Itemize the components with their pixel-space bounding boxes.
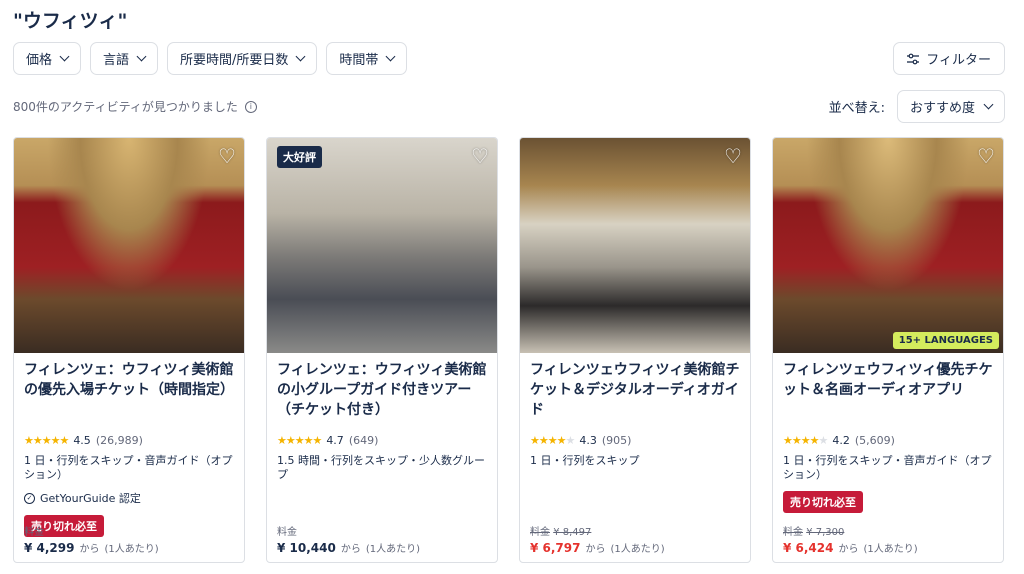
results-count-text: 800件のアクティビティが見つかりました <box>13 100 238 114</box>
review-count: (26,989) <box>95 434 143 447</box>
filters-button-label: フィルター <box>926 53 991 68</box>
rating: ★★★★★ 4.2 (5,609) <box>783 434 993 447</box>
price-per-person: (1人あたり) <box>104 544 159 555</box>
rating-value: 4.7 <box>326 434 344 447</box>
activity-image[interactable]: ♡ <box>520 138 750 353</box>
chevron-down-icon <box>983 99 994 110</box>
sliders-icon <box>907 53 920 64</box>
activity-meta: 1.5 時間・行列をスキップ・少人数グループ <box>277 454 485 481</box>
sort-dropdown[interactable]: おすすめ度 <box>896 90 1005 123</box>
rating: ★★★★★ 4.7 (649) <box>277 434 487 447</box>
activity-meta: 1 日・行列をスキップ <box>530 454 640 467</box>
activity-card-list: ♡ フィレンツェ：ウフィツィ美術館の優先入場チケット（時間指定） ★★★★★ 4… <box>13 137 1004 563</box>
price-per-person: (1人あたり) <box>610 544 665 555</box>
filter-time-of-day-label: 時間帯 <box>339 53 379 68</box>
activity-card[interactable]: ♡ フィレンツェ：ウフィツィ美術館の優先入場チケット（時間指定） ★★★★★ 4… <box>13 137 245 563</box>
info-icon[interactable]: i <box>244 100 257 113</box>
price: ¥ 6,797 <box>530 541 581 555</box>
old-price: ¥ 7,300 <box>806 527 845 538</box>
activity-card[interactable]: ♡ 15+ LANGUAGES フィレンツェウフィツィ優先チケット＆名画オーディ… <box>772 137 1004 563</box>
star-rating-icon: ★★★★★ <box>783 434 828 447</box>
sort-value: おすすめ度 <box>909 101 975 116</box>
activity-meta: 1 日・行列をスキップ・音声ガイド（オプション） <box>783 454 992 481</box>
old-price-label: 料金 <box>783 527 803 538</box>
chevron-down-icon <box>295 51 306 62</box>
price-label: 料金 <box>277 527 297 538</box>
languages-tag: 15+ LANGUAGES <box>892 332 999 349</box>
activity-image[interactable]: ♡ 15+ LANGUAGES <box>773 138 1003 353</box>
price: ¥ 6,424 <box>783 541 834 555</box>
sort-label: 並べ替え: <box>828 101 885 116</box>
star-rating-icon: ★★★★★ <box>530 434 575 447</box>
star-rating-icon: ★★★★★ <box>24 434 69 447</box>
rating: ★★★★★ 4.3 (905) <box>530 434 740 447</box>
price-block: 料金 ¥ 10,440 から (1人あたり) <box>277 523 420 555</box>
price-block: 料金 ¥ 8,497 ¥ 6,797 から (1人あたり) <box>530 523 665 555</box>
activity-card[interactable]: ♡ フィレンツェウフィツィ美術館チケット＆デジタルオーディオガイド ★★★★★ … <box>519 137 751 563</box>
price: ¥ 10,440 <box>277 541 336 555</box>
top-rated-tag: 大好評 <box>277 146 322 168</box>
filter-duration[interactable]: 所要時間/所要日数 <box>167 42 318 75</box>
price-label: 料金 <box>24 527 44 538</box>
old-price-label: 料金 <box>530 527 550 538</box>
results-count: 800件のアクティビティが見つかりました i <box>13 98 257 115</box>
price-label: 料金 ¥ 7,300 <box>783 523 918 538</box>
search-title: "ウフィツィ" <box>13 10 128 32</box>
sort-control: 並べ替え: おすすめ度 <box>829 90 1005 123</box>
filter-price[interactable]: 価格 <box>13 42 82 75</box>
price-label: 料金 ¥ 8,497 <box>530 523 665 538</box>
price-per-person: (1人あたり) <box>365 544 421 555</box>
old-price: ¥ 8,497 <box>553 527 592 538</box>
heart-icon[interactable]: ♡ <box>722 145 744 167</box>
check-circle-icon: ✓ <box>24 492 35 504</box>
activity-card[interactable]: 大好評 ♡ フィレンツェ：ウフィツィ美術館の小グループガイド付きツアー（チケット… <box>266 137 498 563</box>
chevron-down-icon <box>59 51 70 62</box>
activity-title[interactable]: フィレンツェ：ウフィツィ美術館の小グループガイド付きツアー（チケット付き） <box>277 360 487 420</box>
price-per-person: (1人あたり) <box>863 544 918 555</box>
activity-title[interactable]: フィレンツェ：ウフィツィ美術館の優先入場チケット（時間指定） <box>24 360 234 420</box>
heart-icon[interactable]: ♡ <box>216 145 238 167</box>
filter-time-of-day[interactable]: 時間帯 <box>326 42 408 75</box>
star-rating-icon: ★★★★★ <box>277 434 322 447</box>
price-block: 料金 ¥ 4,299 から (1人あたり) <box>24 523 159 555</box>
verified-label: ✓ GetYourGuide 認定 <box>24 490 234 506</box>
activity-title[interactable]: フィレンツェウフィツィ美術館チケット＆デジタルオーディオガイド <box>530 360 740 420</box>
price-block: 料金 ¥ 7,300 ¥ 6,424 から (1人あたり) <box>783 523 918 555</box>
rating-value: 4.5 <box>73 434 91 447</box>
review-count: (5,609) <box>854 434 895 447</box>
price-from: から <box>838 544 859 555</box>
rating-value: 4.3 <box>579 434 597 447</box>
activity-meta: 1 日・行列をスキップ・音声ガイド（オプション） <box>24 454 233 481</box>
filter-language-label: 言語 <box>103 53 130 68</box>
rating-value: 4.2 <box>832 434 850 447</box>
filters-button[interactable]: フィルター <box>893 42 1005 75</box>
activity-image[interactable]: ♡ <box>14 138 244 353</box>
verified-text: GetYourGuide 認定 <box>40 492 141 505</box>
price-from: から <box>340 544 361 555</box>
filter-price-label: 価格 <box>26 53 53 68</box>
filter-duration-label: 所要時間/所要日数 <box>180 53 289 68</box>
filter-bar: 価格 言語 所要時間/所要日数 時間帯 <box>13 42 408 75</box>
rating: ★★★★★ 4.5 (26,989) <box>24 434 234 447</box>
filter-language[interactable]: 言語 <box>90 42 159 75</box>
price: ¥ 4,299 <box>24 541 75 555</box>
activity-title[interactable]: フィレンツェウフィツィ優先チケット＆名画オーディオアプリ <box>783 360 993 420</box>
heart-icon[interactable]: ♡ <box>469 145 491 167</box>
review-count: (649) <box>348 434 379 447</box>
price-from: から <box>79 544 100 555</box>
chevron-down-icon <box>136 51 147 62</box>
heart-icon[interactable]: ♡ <box>975 145 997 167</box>
review-count: (905) <box>601 434 632 447</box>
price-from: から <box>585 544 606 555</box>
activity-image[interactable]: 大好評 ♡ <box>267 138 497 353</box>
likely-to-sell-out-badge: 売り切れ必至 <box>783 491 863 513</box>
chevron-down-icon <box>385 51 396 62</box>
